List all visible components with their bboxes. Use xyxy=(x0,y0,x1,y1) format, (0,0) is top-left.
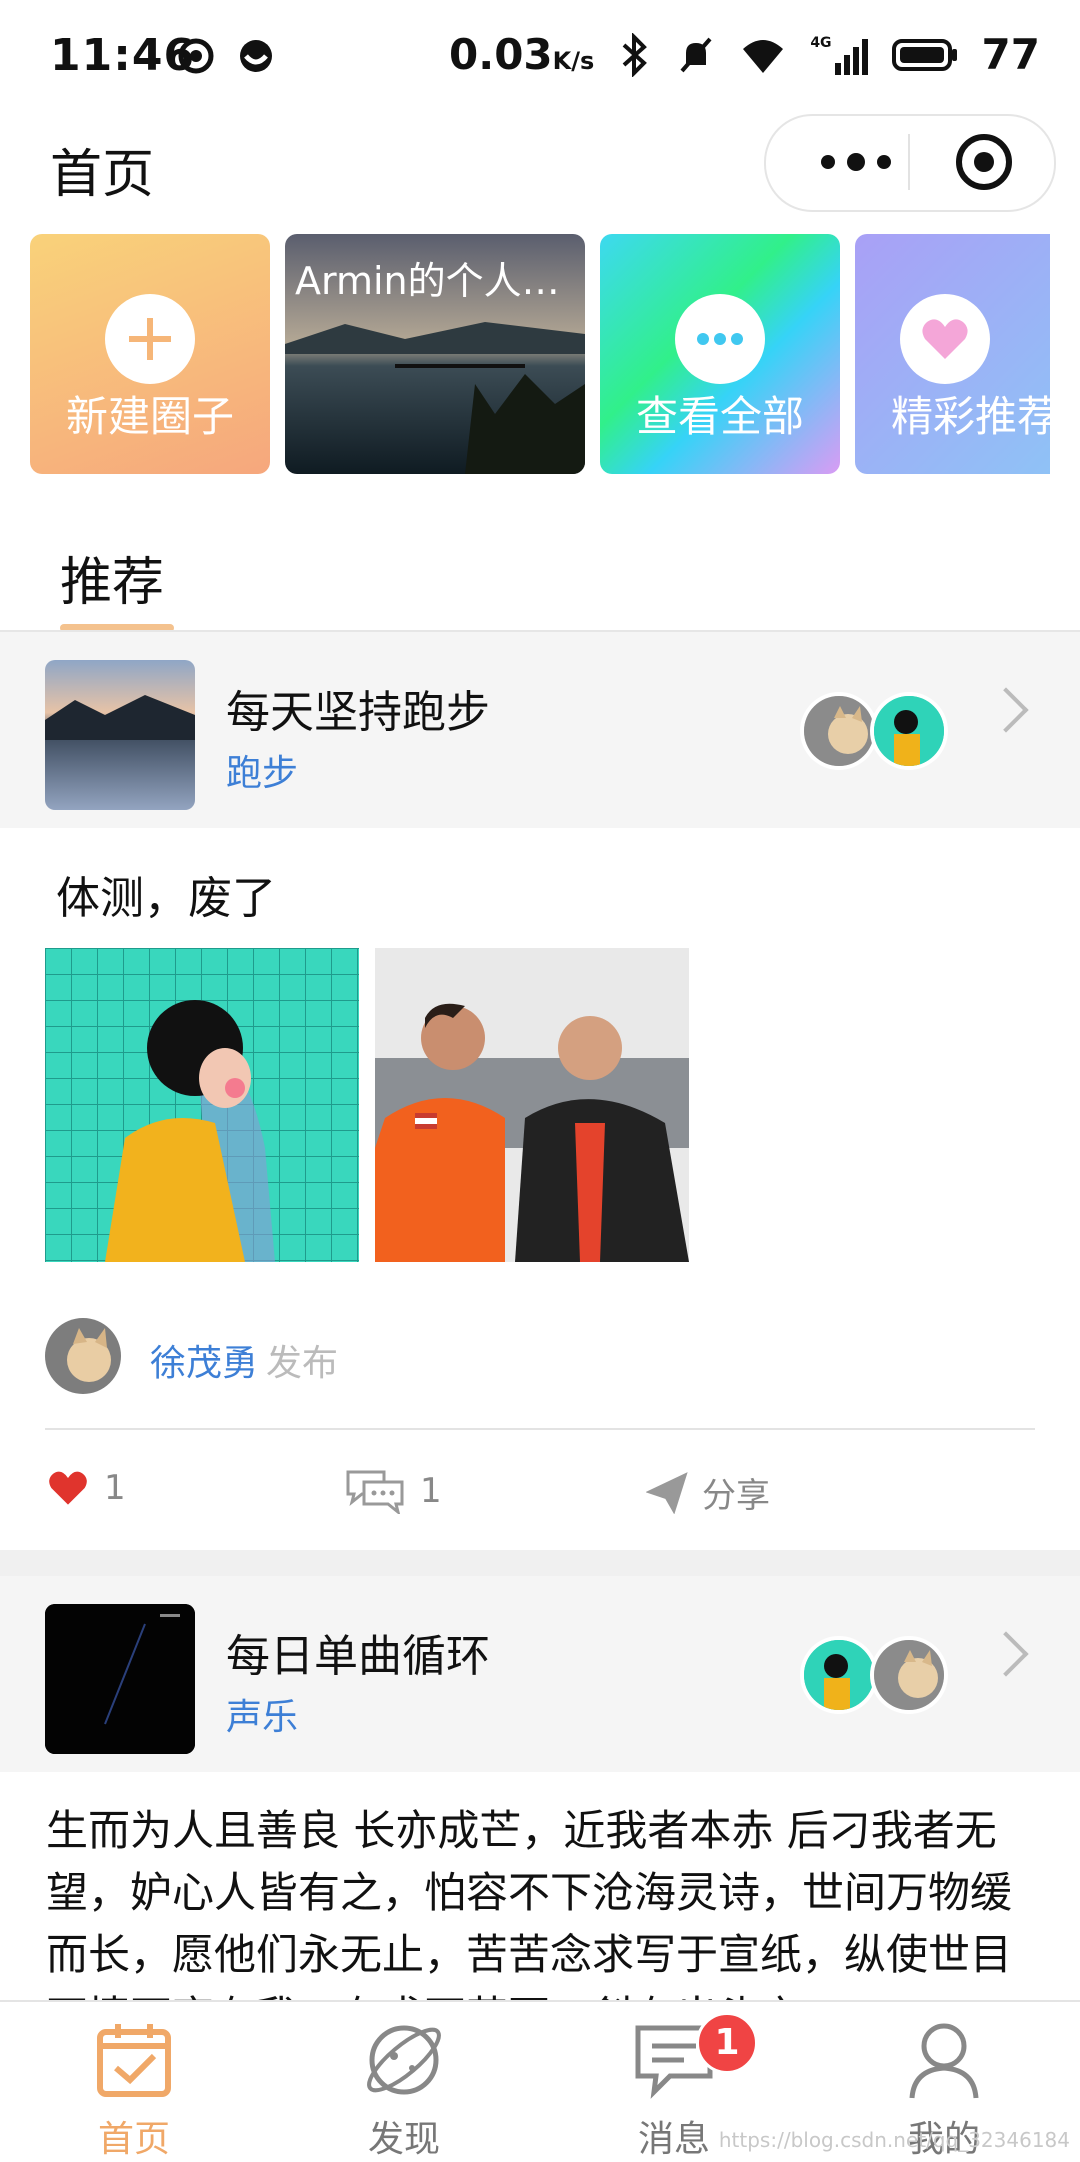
tab-home[interactable]: 首页 xyxy=(44,2018,224,2162)
group-thumbnail xyxy=(45,1604,195,1754)
post-text: 体测，废了 xyxy=(56,873,276,924)
group-category[interactable]: 声乐 xyxy=(226,1688,298,1740)
tab-recommend[interactable]: 推荐 xyxy=(60,540,164,615)
card-label: Armin的个人… xyxy=(295,259,560,303)
network-speed: 0.03K/s xyxy=(449,30,595,79)
page-title: 首页 xyxy=(50,145,155,205)
author-name[interactable]: 徐茂勇 xyxy=(150,1334,258,1386)
like-count: 1 xyxy=(104,1468,126,1508)
miniprogram-capsule xyxy=(764,114,1056,212)
mute-icon xyxy=(680,37,712,72)
app-notify-icon xyxy=(236,36,276,80)
like-button[interactable]: 1 xyxy=(46,1468,126,1508)
watermark: https://blog.csdn.net/qq_32346184 xyxy=(718,2128,1070,2152)
share-label: 分享 xyxy=(702,1476,770,1516)
author-avatar[interactable] xyxy=(45,1318,121,1394)
member-avatar xyxy=(800,1636,878,1714)
battery-icon xyxy=(891,38,957,71)
more-menu-button[interactable] xyxy=(806,140,906,184)
group-thumbnail xyxy=(45,660,195,810)
status-bar: 11:46 0.03K/s 4G 77 xyxy=(0,0,1080,112)
plus-icon xyxy=(105,294,195,384)
member-avatar xyxy=(800,692,878,770)
comment-icon xyxy=(346,1470,404,1514)
group-name: 每日单曲循环 xyxy=(226,1631,490,1682)
member-avatar xyxy=(870,1636,948,1714)
share-icon xyxy=(646,1471,688,1514)
chevron-right-icon[interactable] xyxy=(983,1631,1029,1677)
wifi-icon xyxy=(743,39,784,73)
user-icon xyxy=(902,2018,986,2102)
post-image[interactable] xyxy=(45,948,359,1262)
heart-icon xyxy=(49,1471,87,1505)
more-dots-icon xyxy=(675,294,765,384)
tab-label: 首页 xyxy=(97,2119,170,2160)
card-label: 精彩推荐 xyxy=(891,392,1050,441)
post-divider xyxy=(45,1428,1035,1430)
comment-count: 1 xyxy=(420,1471,442,1511)
close-miniprogram-button[interactable] xyxy=(956,134,1012,190)
group-category[interactable]: 跑步 xyxy=(226,744,298,796)
card-label: 新建圈子 xyxy=(65,392,234,441)
message-badge: 1 xyxy=(696,2012,758,2074)
chevron-right-icon[interactable] xyxy=(983,687,1029,733)
sync-icon xyxy=(176,36,216,80)
status-right: 0.03K/s 4G 77 xyxy=(449,30,1040,79)
heart-icon xyxy=(900,294,990,384)
signal-4g-icon: 4G xyxy=(810,35,868,75)
status-time: 11:46 xyxy=(50,30,196,81)
card-new-circle[interactable]: 新建圈子 xyxy=(30,234,270,474)
share-button[interactable]: 分享 xyxy=(646,1468,770,1517)
group-header[interactable]: 每天坚持跑步 跑步 xyxy=(0,632,1080,828)
card-label: 查看全部 xyxy=(635,392,804,441)
group-name: 每天坚持跑步 xyxy=(226,687,490,738)
comment-button[interactable]: 1 xyxy=(344,1468,442,1514)
post-image[interactable] xyxy=(375,948,689,1262)
capsule-divider xyxy=(908,134,910,190)
member-avatar xyxy=(870,692,948,770)
bluetooth-icon xyxy=(622,32,648,77)
battery-level: 77 xyxy=(981,30,1040,79)
author-action: 发布 xyxy=(266,1343,339,1384)
tab-discover[interactable]: 发现 xyxy=(314,2018,494,2162)
calendar-check-icon xyxy=(92,2018,176,2102)
group-header[interactable]: 每日单曲循环 声乐 xyxy=(0,1576,1080,1772)
card-armin-circle[interactable]: Armin的个人… xyxy=(285,234,585,474)
section-separator xyxy=(0,1550,1080,1576)
card-featured[interactable]: 精彩推荐 xyxy=(855,234,1050,474)
card-view-all[interactable]: 查看全部 xyxy=(600,234,840,474)
tab-label: 发现 xyxy=(367,2119,440,2160)
planet-icon xyxy=(362,2018,446,2102)
